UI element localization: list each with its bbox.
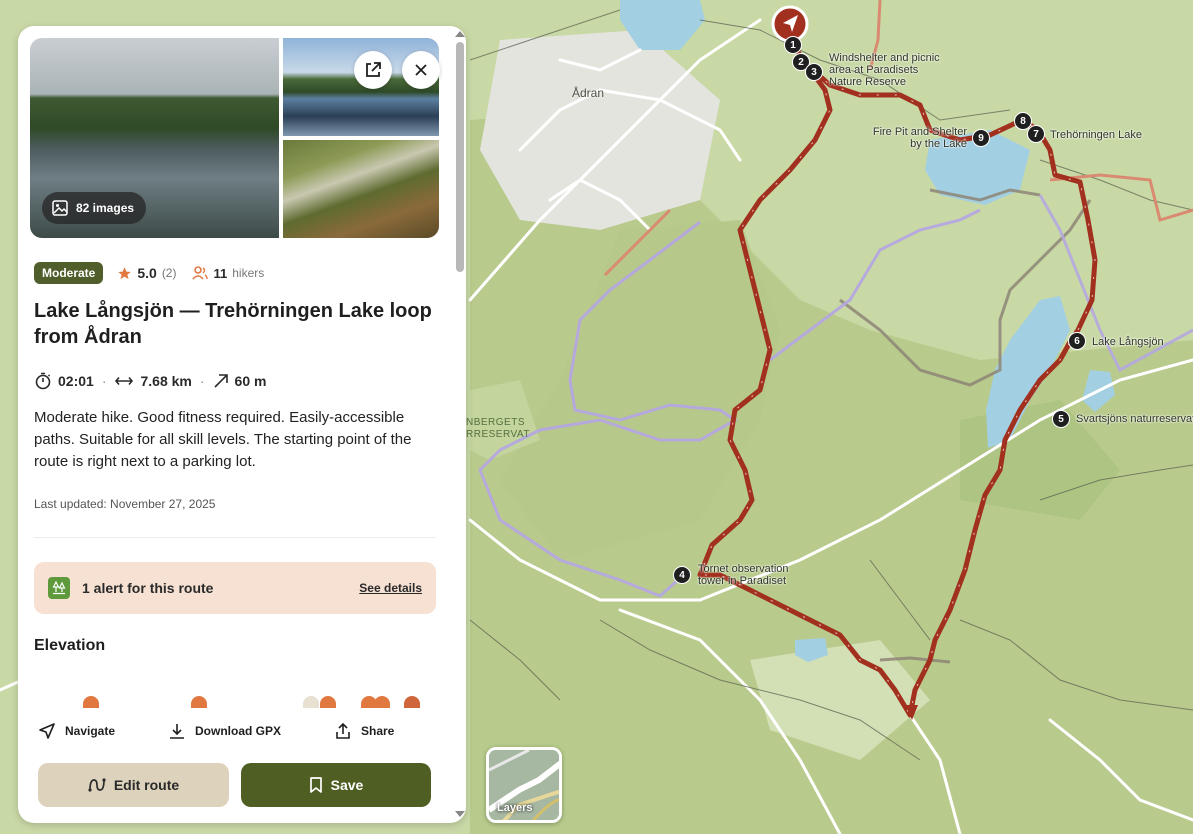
image-icon <box>52 200 68 216</box>
waypoint-4-label: Tornet observation tower in Paradiset <box>698 563 789 587</box>
scroll-up-arrow-icon[interactable] <box>455 31 465 37</box>
elevation-poi-forest-icon[interactable] <box>303 696 319 708</box>
distance-value: 7.68 km <box>140 373 192 389</box>
elevation-poi-shelter-icon[interactable] <box>83 696 99 708</box>
difficulty-badge: Moderate <box>34 262 104 284</box>
reserve-label: NBERGETS RRESERVAT <box>466 417 530 441</box>
layers-button[interactable]: Layers <box>486 747 562 823</box>
photo-gallery[interactable]: 82 images <box>30 38 440 238</box>
close-icon <box>415 64 427 76</box>
edit-route-label: Edit route <box>113 777 180 793</box>
place-label: Ådran <box>572 86 605 100</box>
stats-separator: · <box>199 373 205 389</box>
divider <box>34 537 436 538</box>
layers-label: Layers <box>497 802 533 814</box>
external-link-icon <box>366 62 381 77</box>
waypoint-1[interactable]: 1 <box>784 36 802 54</box>
scroll-down-arrow-icon[interactable] <box>455 811 465 817</box>
last-updated: Last updated: November 27, 2025 <box>34 497 216 511</box>
elevation-poi-shelter-icon[interactable] <box>374 696 390 708</box>
save-label: Save <box>330 777 364 793</box>
download-gpx-button[interactable]: Download GPX <box>168 722 334 740</box>
waypoint-6-label: Lake Långsjön <box>1092 336 1164 348</box>
hikers-value: 11 <box>213 265 228 281</box>
stopwatch-icon <box>35 372 51 390</box>
route-tags: Moderate 5.0 (2) 11 hikers <box>34 262 264 284</box>
hikers-icon <box>192 266 209 280</box>
route-stats: 02:01 · 7.68 km · 60 m <box>34 372 266 390</box>
edit-route-button[interactable]: Edit route <box>38 763 229 807</box>
download-icon <box>170 724 184 739</box>
rating[interactable]: 5.0 (2) <box>117 265 176 281</box>
rating-value: 5.0 <box>137 265 157 281</box>
star-icon <box>118 266 132 279</box>
navigate-icon <box>39 723 55 739</box>
elevation-poi-viewpoint-icon[interactable] <box>191 696 207 708</box>
images-count-badge[interactable]: 82 images <box>42 192 147 224</box>
photo-thumbnail[interactable] <box>283 140 439 238</box>
reserve-label-line: NBERGETS <box>466 417 526 428</box>
route-title: Lake Långsjön — Trehörningen Lake loop f… <box>34 300 432 348</box>
waypoint-7-label: Trehörningen Lake <box>1050 129 1142 141</box>
images-count-label: 82 images <box>76 201 135 215</box>
waypoint-4[interactable]: 4 <box>673 566 691 584</box>
elevation-gain-value: 60 m <box>234 373 267 389</box>
waypoint-3-label: Windshelter and picnic area at Paradisets… <box>829 52 940 88</box>
share-button[interactable]: Share <box>334 722 394 740</box>
trees-alert-icon <box>48 577 70 599</box>
open-external-button[interactable] <box>354 51 392 89</box>
waypoint-5[interactable]: 5 <box>1052 410 1070 428</box>
elevation-gain-icon <box>213 374 228 388</box>
share-label: Share <box>361 724 395 738</box>
download-label: Download GPX <box>195 724 282 738</box>
elevation-poi-shelter-icon[interactable] <box>320 696 336 708</box>
elevation-heading: Elevation <box>34 637 106 654</box>
waypoint-9-label: Fire Pit and Shelter by the Lake <box>872 126 967 150</box>
waypoint-7[interactable]: 7 <box>1027 125 1045 143</box>
hikers-label: hikers <box>232 266 265 280</box>
alert-text: 1 alert for this route <box>82 580 214 596</box>
duration-value: 02:01 <box>58 373 94 389</box>
panel-scrollbar[interactable] <box>452 26 466 823</box>
reserve-label-line: RRESERVAT <box>466 429 530 440</box>
navigate-button[interactable]: Navigate <box>38 722 168 740</box>
waypoint-5-label: Svartsjöns naturreservat <box>1076 413 1193 425</box>
waypoint-3[interactable]: 3 <box>805 63 823 81</box>
bookmark-icon <box>309 777 322 793</box>
close-button[interactable] <box>402 51 440 89</box>
route-detail-panel: 82 images Moderate 5.0 (2) 11 hikers Lak… <box>18 26 466 823</box>
waypoint-9[interactable]: 9 <box>972 129 990 147</box>
action-row: Navigate Download GPX Share <box>38 722 438 740</box>
share-icon <box>336 722 350 739</box>
rating-count: (2) <box>161 266 177 280</box>
route-description: Moderate hike. Good fitness required. Ea… <box>34 409 412 470</box>
distance-icon <box>115 376 134 386</box>
hikers-count: 11 hikers <box>192 266 264 281</box>
navigate-label: Navigate <box>65 724 116 738</box>
waypoint-6[interactable]: 6 <box>1068 332 1086 350</box>
save-button[interactable]: Save <box>241 763 431 807</box>
elevation-poi-b-icon[interactable] <box>404 696 420 708</box>
see-details-link[interactable]: See details <box>359 581 422 595</box>
stats-separator: · <box>101 373 107 389</box>
route-edit-icon <box>88 778 106 792</box>
route-alert-banner[interactable]: 1 alert for this route See details <box>34 562 436 614</box>
scroll-thumb[interactable] <box>456 42 464 272</box>
